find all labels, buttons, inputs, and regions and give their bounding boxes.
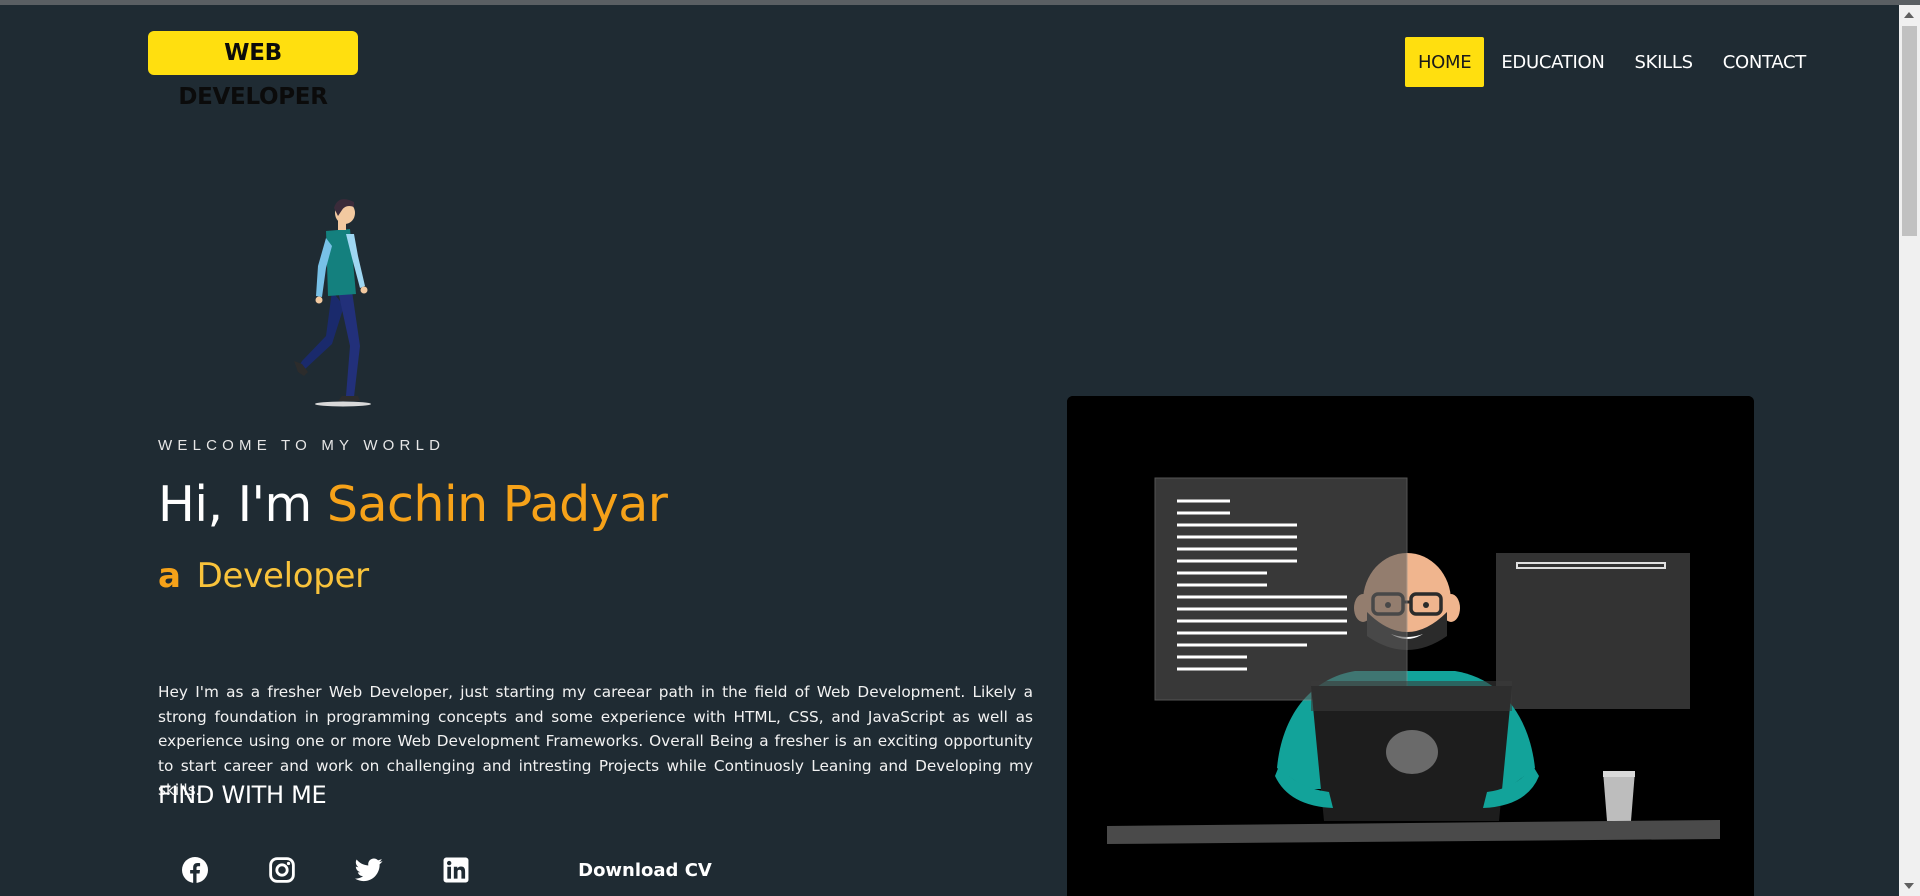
scroll-down-arrow-icon[interactable] — [1904, 883, 1914, 889]
greeting-text: Hi, I'm — [158, 476, 312, 533]
scrollbar-thumb[interactable] — [1902, 26, 1917, 236]
instagram-icon[interactable] — [267, 855, 297, 885]
nav-contact[interactable]: CONTACT — [1710, 37, 1819, 87]
scroll-up-arrow-icon[interactable] — [1904, 12, 1914, 18]
twitter-icon[interactable] — [354, 855, 384, 885]
vertical-scrollbar[interactable] — [1899, 5, 1920, 896]
hero-role: a Developer — [158, 556, 369, 596]
social-links — [180, 855, 528, 885]
site-logo[interactable]: WEB DEVELOPER — [148, 31, 358, 110]
role-text: Developer — [196, 556, 369, 596]
role-prefix: a — [158, 556, 181, 596]
walking-person-illustration — [294, 199, 371, 407]
nav-education[interactable]: EDUCATION — [1488, 37, 1617, 87]
hero-heading: Hi, I'm Sachin Padyar — [158, 476, 668, 533]
find-with-me-heading: FIND WITH ME — [158, 781, 327, 809]
developer-illustration — [1067, 396, 1754, 896]
main-nav: HOME EDUCATION SKILLS CONTACT — [1401, 37, 1819, 87]
download-cv-button[interactable]: Download CV — [560, 860, 730, 881]
nav-home[interactable]: HOME — [1404, 37, 1485, 87]
facebook-icon[interactable] — [180, 855, 210, 885]
welcome-text: WELCOME TO MY WORLD — [158, 437, 446, 454]
linkedin-icon[interactable] — [441, 855, 471, 885]
nav-skills[interactable]: SKILLS — [1622, 37, 1706, 87]
hero-name: Sachin Padyar — [326, 476, 668, 533]
